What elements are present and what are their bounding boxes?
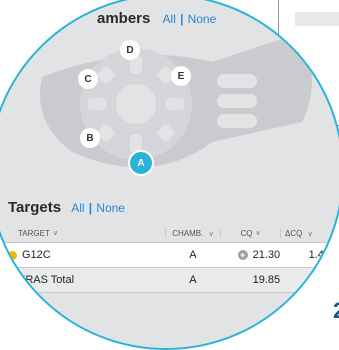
chamber-slot — [217, 114, 257, 128]
chip-hub — [116, 84, 156, 124]
column-label: CHAMB. — [172, 228, 204, 238]
chamber-a-button[interactable]: A — [128, 150, 154, 176]
chamber-cell: A — [189, 249, 197, 261]
table-header: TARGET ∨ CHAMB. ∨ CQ ∨ ΔCQ ∨ — [4, 224, 334, 243]
targets-all-link[interactable]: All — [71, 201, 84, 215]
chevron-down-icon: ∨ — [52, 230, 58, 237]
chip-diagram — [40, 32, 312, 168]
column-header-target[interactable]: TARGET ∨ — [4, 228, 166, 238]
targets-table: TARGET ∨ CHAMB. ∨ CQ ∨ ΔCQ ∨ G12C A + 21… — [4, 224, 334, 293]
chamber-d-button[interactable]: D — [120, 40, 140, 60]
column-label: CQ — [240, 228, 253, 238]
chevron-down-icon: ∨ — [255, 230, 261, 237]
cq-value: 19.85 — [252, 274, 281, 286]
targets-header: Targets All | None — [8, 199, 125, 216]
chamber-b-button[interactable]: B — [80, 128, 100, 148]
targets-separator: | — [88, 201, 93, 215]
chamber-e-button[interactable]: E — [171, 66, 191, 86]
chamber-cell: A — [189, 274, 197, 286]
chevron-down-icon: ∨ — [208, 230, 214, 238]
dcq-value: 1.45 — [308, 249, 330, 261]
chevron-down-icon: ∨ — [307, 230, 313, 238]
cq-value: 21.30 — [252, 249, 281, 261]
chamber-c-button[interactable]: C — [78, 69, 98, 89]
plus-icon[interactable]: + — [237, 250, 248, 260]
table-row[interactable]: KRAS Total A 19.85 — [4, 268, 334, 293]
column-header-cq[interactable]: CQ ∨ — [221, 228, 281, 238]
magnifier-content: ambers All | None D E C B A Targets All … — [2, 2, 339, 348]
column-label: TARGET — [18, 228, 50, 238]
chamber-slot — [217, 74, 257, 88]
table-row[interactable]: G12C A + 21.30 1.45 — [4, 243, 334, 268]
targets-title: Targets — [8, 199, 62, 216]
column-header-chamber[interactable]: CHAMB. ∨ — [166, 228, 221, 238]
target-name: KRAS Total — [18, 274, 75, 286]
column-label: ΔCQ — [285, 228, 303, 238]
target-indicator-icon — [8, 250, 17, 260]
magnifier-lens: ambers All | None D E C B A Targets All … — [0, 0, 339, 350]
lower-panel-background — [2, 294, 339, 348]
chamber-slot — [217, 94, 257, 108]
column-header-dcq[interactable]: ΔCQ ∨ — [281, 229, 331, 238]
targets-none-link[interactable]: None — [96, 201, 125, 215]
target-name: G12C — [22, 249, 51, 261]
